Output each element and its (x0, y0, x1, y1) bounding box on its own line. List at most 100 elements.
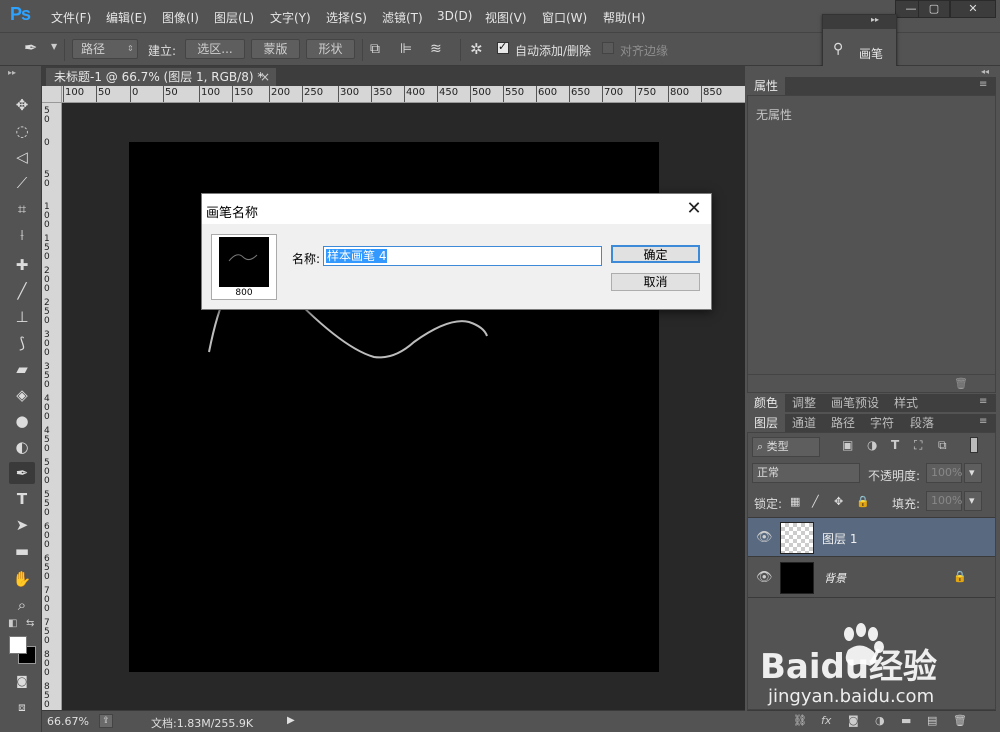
blend-mode-select[interactable]: 正常 (752, 463, 860, 483)
layer-row-background[interactable]: 👁 背景 🔒 (748, 558, 995, 598)
dialog-titlebar[interactable] (202, 194, 711, 224)
link-layers-icon[interactable]: ⛓ (793, 714, 807, 727)
tab-paragraph[interactable]: 段落 (903, 414, 941, 432)
eyedropper-tool-icon[interactable]: ⟊ (9, 224, 35, 246)
brush-name-input[interactable]: 样本画笔 4 (323, 246, 602, 266)
menu-layer[interactable]: 图层(L) (214, 9, 254, 26)
pen-tool-icon[interactable]: ✒ (9, 462, 35, 484)
pixel-filter-icon[interactable]: ▣ (842, 438, 853, 452)
make-mask-button[interactable]: 蒙版 (251, 39, 300, 59)
brush-panel-collapsed[interactable]: ▸▸ ⚲ 画笔 (822, 14, 897, 69)
auto-add-delete-checkbox[interactable]: ✓ (497, 40, 509, 54)
blur-tool-icon[interactable]: ● (9, 410, 35, 432)
collapse-icon[interactable]: ▸▸ (871, 15, 879, 24)
menu-select[interactable]: 选择(S) (326, 9, 367, 26)
filter-toggle-switch[interactable] (970, 437, 978, 453)
document-tab[interactable]: 未标题-1 @ 66.7% (图层 1, RGB/8) * × (46, 68, 276, 86)
menu-3d[interactable]: 3D(D) (437, 9, 472, 23)
status-menu-arrow-icon[interactable]: ▶ (287, 715, 295, 726)
quick-selection-tool-icon[interactable]: ⟋ (9, 172, 35, 194)
align-edges-checkbox[interactable] (602, 42, 614, 54)
menu-window[interactable]: 窗口(W) (542, 9, 587, 26)
maximize-button[interactable]: ▢ (918, 0, 950, 18)
eraser-tool-icon[interactable]: ▰ (9, 358, 35, 380)
paint-bucket-tool-icon[interactable]: ◈ (9, 384, 35, 406)
menu-edit[interactable]: 编辑(E) (106, 9, 147, 26)
hand-tool-icon[interactable]: ✋ (9, 568, 35, 590)
fx-icon[interactable]: fx (821, 714, 831, 727)
move-tool-icon[interactable]: ✥ (9, 94, 35, 116)
close-tab-icon[interactable]: × (260, 68, 270, 86)
menu-help[interactable]: 帮助(H) (603, 9, 645, 26)
dodge-tool-icon[interactable]: ◐ (9, 436, 35, 458)
brush-tool-icon[interactable]: ╱ (9, 280, 35, 302)
history-brush-tool-icon[interactable]: ⟆ (9, 332, 35, 354)
tab-properties[interactable]: 属性 (747, 77, 786, 95)
new-adjustment-icon[interactable]: ◑ (875, 714, 885, 727)
menu-view[interactable]: 视图(V) (485, 9, 527, 26)
ruler-origin[interactable] (42, 86, 62, 103)
menu-filter[interactable]: 滤镜(T) (382, 9, 423, 26)
tab-character[interactable]: 字符 (863, 414, 901, 432)
tab-paths[interactable]: 路径 (824, 414, 862, 432)
type-filter-icon[interactable]: T (891, 438, 899, 452)
trash-icon[interactable]: 🗑 (954, 377, 968, 390)
default-colors-icon[interactable]: ◧ (8, 618, 17, 629)
vertical-ruler[interactable]: 5 0 0 5 0 1 0 0 1 5 0 2 0 0 2 5 0 3 0 0 3 5 0 4 0… (42, 103, 62, 710)
lasso-tool-icon[interactable]: ◁ (9, 146, 35, 168)
chevron-down-icon[interactable]: ▼ (51, 42, 57, 51)
gear-icon[interactable]: ✲ (470, 40, 483, 58)
layer-name[interactable]: 背景 (824, 570, 846, 586)
rectangle-tool-icon[interactable]: ▬ (9, 540, 35, 562)
make-selection-button[interactable]: 选区... (185, 39, 245, 59)
make-shape-button[interactable]: 形状 (306, 39, 355, 59)
path-operations-icon[interactable]: ⧉ (370, 41, 380, 57)
shape-filter-icon[interactable]: ⛶ (914, 438, 922, 453)
menu-image[interactable]: 图像(I) (162, 9, 199, 26)
document-info[interactable]: 文档:1.83M/255.9K (151, 715, 253, 731)
collapse-icon[interactable]: ◂◂ (981, 67, 989, 76)
fill-dropdown-icon[interactable]: ▾ (964, 491, 982, 511)
layer-filter-select[interactable]: ⌕ 类型 (752, 437, 820, 457)
menu-type[interactable]: 文字(Y) (270, 9, 311, 26)
panel-menu-icon[interactable]: ≡ (979, 416, 987, 427)
lock-position-icon[interactable]: ✥ (834, 495, 843, 508)
smart-object-filter-icon[interactable]: ⧉ (938, 438, 947, 453)
lock-pixels-icon[interactable]: ╱ (812, 495, 819, 508)
trash-icon[interactable]: 🗑 (953, 714, 967, 727)
path-selection-tool-icon[interactable]: ➤ (9, 514, 35, 536)
crop-tool-icon[interactable]: ⌗ (9, 198, 35, 220)
panel-menu-icon[interactable]: ≡ (979, 396, 987, 407)
new-layer-icon[interactable]: ▤ (927, 714, 937, 727)
zoom-tool-icon[interactable]: ⌕ (9, 594, 35, 616)
eye-icon[interactable]: 👁 (756, 530, 773, 545)
menu-file[interactable]: 文件(F) (51, 9, 91, 26)
healing-brush-tool-icon[interactable]: ✚ (9, 254, 35, 276)
lock-transparency-icon[interactable]: ▦ (790, 495, 800, 508)
tab-layers[interactable]: 图层 (747, 414, 786, 432)
path-arrangement-icon[interactable]: ≋ (430, 41, 442, 57)
tab-brush-presets[interactable]: 画笔预设 (824, 394, 886, 412)
marquee-tool-icon[interactable]: ◌ (9, 120, 35, 142)
tab-channels[interactable]: 通道 (785, 414, 823, 432)
ok-button[interactable]: 确定 (611, 245, 700, 263)
add-mask-icon[interactable]: ◙ (848, 714, 859, 727)
layer-row-layer1[interactable]: 👁 图层 1 (748, 517, 995, 557)
foreground-color-swatch[interactable] (9, 636, 27, 654)
collapse-icon[interactable]: ▸▸ (8, 68, 16, 77)
opacity-field[interactable]: 100% (926, 463, 962, 483)
path-alignment-icon[interactable]: ⊫ (400, 41, 412, 57)
close-icon[interactable]: ✕ (682, 198, 706, 220)
swap-colors-icon[interactable]: ⇆ (26, 618, 34, 629)
pen-tool-icon[interactable]: ✒ (24, 38, 37, 57)
opacity-dropdown-icon[interactable]: ▾ (964, 463, 982, 483)
tab-color[interactable]: 颜色 (747, 394, 786, 412)
quick-mask-icon[interactable]: ◙ (9, 670, 35, 692)
brush-panel-header[interactable]: ▸▸ (823, 15, 896, 29)
horizontal-ruler[interactable]: 100 50 0 50 100 150 200 250 300 350 400 450 500 550 60… (62, 86, 745, 103)
clone-stamp-tool-icon[interactable]: ⊥ (9, 306, 35, 328)
pen-mode-select[interactable]: 路径 ⇕ (72, 39, 138, 59)
panel-menu-icon[interactable]: ≡ (979, 79, 987, 90)
tab-styles[interactable]: 样式 (887, 394, 925, 412)
type-tool-icon[interactable]: T (9, 488, 35, 510)
